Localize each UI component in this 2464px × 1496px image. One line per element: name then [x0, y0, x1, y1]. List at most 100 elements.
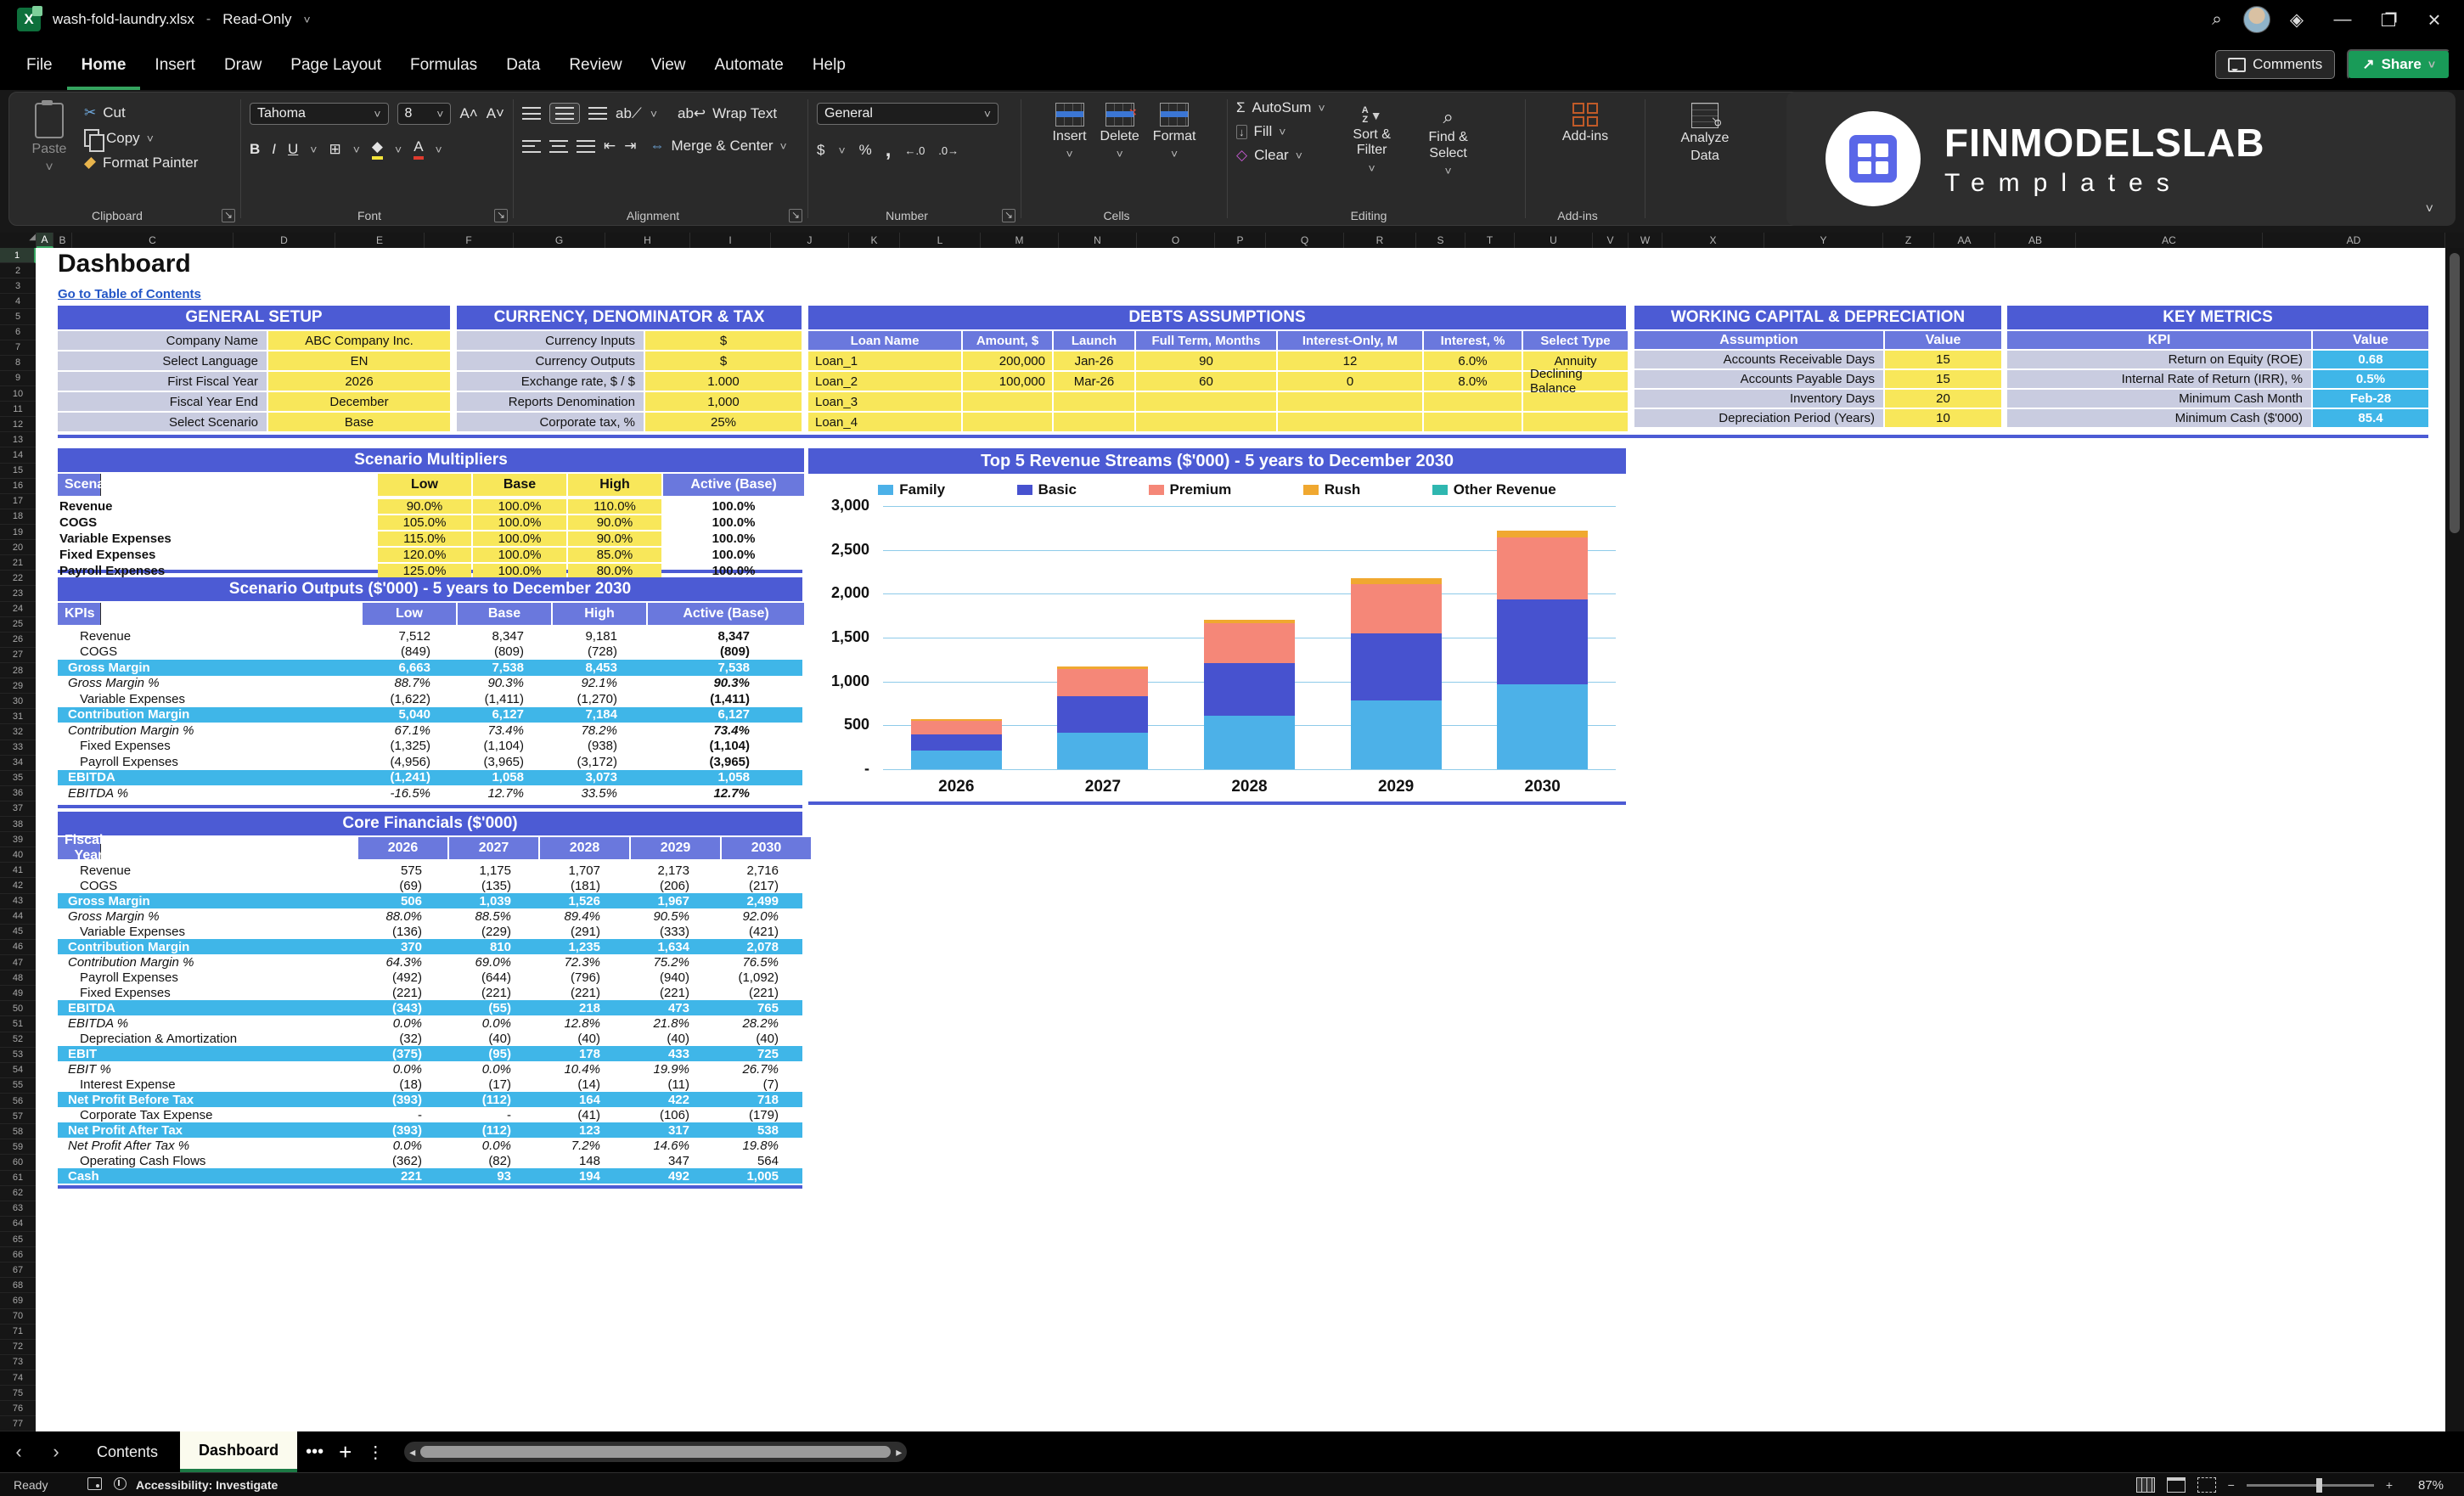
row-header-21[interactable]: 21: [0, 555, 36, 571]
row-header-52[interactable]: 52: [0, 1032, 36, 1048]
cell[interactable]: (362): [357, 1154, 446, 1168]
menu-item-file[interactable]: File: [12, 44, 67, 90]
row-label[interactable]: Contribution Margin: [58, 940, 357, 954]
cell[interactable]: 6,127: [641, 707, 797, 722]
cell[interactable]: 0.0%: [446, 1016, 535, 1031]
restore-button[interactable]: [2369, 3, 2408, 36]
menu-item-page-layout[interactable]: Page Layout: [276, 44, 396, 90]
row-header-69[interactable]: 69: [0, 1293, 36, 1309]
menu-item-draw[interactable]: Draw: [210, 44, 276, 90]
row-header-66[interactable]: 66: [0, 1247, 36, 1263]
cell[interactable]: (221): [624, 986, 713, 1000]
cell[interactable]: Loan_4: [808, 413, 961, 431]
macro-record-icon[interactable]: [82, 1477, 107, 1493]
table-row[interactable]: Contribution Margin % 64.3% 69.0% 72.3% 75.2…: [58, 954, 802, 970]
cell[interactable]: 12: [1278, 352, 1422, 370]
cell[interactable]: 433: [624, 1047, 713, 1061]
row-header-30[interactable]: 30: [0, 694, 36, 710]
row-label[interactable]: Variable Expenses: [58, 925, 357, 939]
cell[interactable]: 9,181: [548, 629, 641, 644]
table-row[interactable]: Revenue 575 1,175 1,707 2,173 2,716: [58, 863, 802, 878]
borders-button[interactable]: ⊞: [329, 141, 340, 158]
row-header-31[interactable]: 31: [0, 709, 36, 725]
cell[interactable]: 5,040: [361, 707, 454, 722]
cell[interactable]: 1,235: [535, 940, 624, 954]
row-label[interactable]: Fixed Expenses: [58, 739, 361, 753]
cell-label[interactable]: Minimum Cash Month: [2007, 390, 2311, 408]
table-row[interactable]: Variable Expenses (1,622) (1,411) (1,270) (1…: [58, 691, 802, 707]
cell[interactable]: 88.5%: [446, 909, 535, 924]
table-row[interactable]: EBIT % 0.0% 0.0% 10.4% 19.9% 26.7%: [58, 1061, 802, 1077]
row-header-71[interactable]: 71: [0, 1324, 36, 1340]
column-header-Q[interactable]: Q: [1266, 233, 1344, 248]
cell-label[interactable]: Fiscal Year End: [58, 392, 267, 411]
zoom-level[interactable]: 87%: [2405, 1478, 2444, 1493]
menu-item-automate[interactable]: Automate: [700, 44, 797, 90]
table-row[interactable]: Payroll Expenses 125.0% 100.0% 80.0% 100.0%: [58, 564, 804, 578]
table-row[interactable]: Payroll Expenses (492) (644) (796) (940) (1,0…: [58, 970, 802, 985]
cell[interactable]: (3,172): [548, 755, 641, 769]
cell[interactable]: (112): [446, 1093, 535, 1107]
cell-value[interactable]: Feb-28: [2313, 390, 2428, 408]
column-header-W[interactable]: W: [1629, 233, 1662, 248]
cell-label[interactable]: Internal Rate of Return (IRR), %: [2007, 370, 2311, 388]
cell[interactable]: 2,078: [713, 940, 802, 954]
cell[interactable]: 89.4%: [535, 909, 624, 924]
chevron-down-icon[interactable]: ˅: [353, 143, 360, 156]
row-header-60[interactable]: 60: [0, 1155, 36, 1171]
cell[interactable]: 2,499: [713, 894, 802, 908]
table-row[interactable]: Gross Margin % 88.7% 90.3% 92.1% 90.3%: [58, 676, 802, 692]
row-header-1[interactable]: 1: [0, 248, 36, 264]
cell-value[interactable]: 2026: [268, 372, 450, 391]
column-header-C[interactable]: C: [72, 233, 233, 248]
row-header-10[interactable]: 10: [0, 386, 36, 402]
column-header-AC[interactable]: AC: [2076, 233, 2263, 248]
cell[interactable]: 473: [624, 1001, 713, 1015]
decrease-indent-icon[interactable]: ⇤: [604, 138, 616, 155]
delete-cells-button[interactable]: × Delete ˅: [1100, 103, 1139, 160]
addins-button[interactable]: Add-ins: [1562, 99, 1608, 144]
column-header-AD[interactable]: AD: [2263, 233, 2445, 248]
cell[interactable]: [1424, 413, 1522, 431]
sheet-nav-right-icon[interactable]: ›: [37, 1441, 75, 1463]
row-label[interactable]: Variable Expenses: [58, 692, 361, 706]
cell[interactable]: (14): [535, 1077, 624, 1092]
cell-label[interactable]: First Fiscal Year: [58, 372, 267, 391]
cell-label[interactable]: Reports Denomination: [457, 392, 644, 411]
row-header-33[interactable]: 33: [0, 740, 36, 756]
row-header-6[interactable]: 6: [0, 325, 36, 340]
row-label[interactable]: Payroll Expenses: [58, 970, 357, 985]
cell-value[interactable]: 15: [1885, 351, 2001, 368]
copy-button[interactable]: Copy ˅: [84, 129, 198, 152]
cell[interactable]: 0.0%: [446, 1139, 535, 1153]
row-label[interactable]: Payroll Expenses: [58, 564, 376, 578]
row-header-25[interactable]: 25: [0, 617, 36, 633]
cell-value[interactable]: 85.4: [2313, 409, 2428, 427]
increase-decimal-button[interactable]: ←.0: [904, 144, 925, 157]
cell[interactable]: 164: [535, 1093, 624, 1107]
cell[interactable]: 810: [446, 940, 535, 954]
row-header-53[interactable]: 53: [0, 1048, 36, 1063]
cell[interactable]: (40): [535, 1032, 624, 1046]
cell[interactable]: 148: [535, 1154, 624, 1168]
search-icon[interactable]: ⌕: [2197, 3, 2236, 36]
sheet-tab-contents[interactable]: Contents: [75, 1443, 180, 1461]
row-header-14[interactable]: 14: [0, 447, 36, 464]
cell[interactable]: 90.0%: [378, 499, 471, 514]
column-header-D[interactable]: D: [233, 233, 335, 248]
cell-label[interactable]: Company Name: [58, 331, 267, 350]
table-row[interactable]: EBITDA % 0.0% 0.0% 12.8% 21.8% 28.2%: [58, 1015, 802, 1031]
row-header-8[interactable]: 8: [0, 356, 36, 371]
table-row[interactable]: COGS 105.0% 100.0% 90.0% 100.0%: [58, 515, 804, 530]
normal-view-button[interactable]: [2135, 1477, 2155, 1493]
merge-center-button[interactable]: ⇔ Merge & Center ˅: [650, 138, 787, 155]
cell[interactable]: 7,538: [641, 661, 797, 675]
table-row[interactable]: Depreciation & Amortization (32) (40) (40)(…: [58, 1031, 802, 1046]
row-label[interactable]: Gross Margin %: [58, 676, 361, 690]
row-header-58[interactable]: 58: [0, 1124, 36, 1140]
cell[interactable]: (221): [357, 986, 446, 1000]
cell-value[interactable]: 15: [1885, 370, 2001, 388]
cell[interactable]: 100.0%: [663, 548, 804, 562]
cell[interactable]: (849): [361, 644, 454, 659]
cell[interactable]: (179): [713, 1108, 802, 1122]
